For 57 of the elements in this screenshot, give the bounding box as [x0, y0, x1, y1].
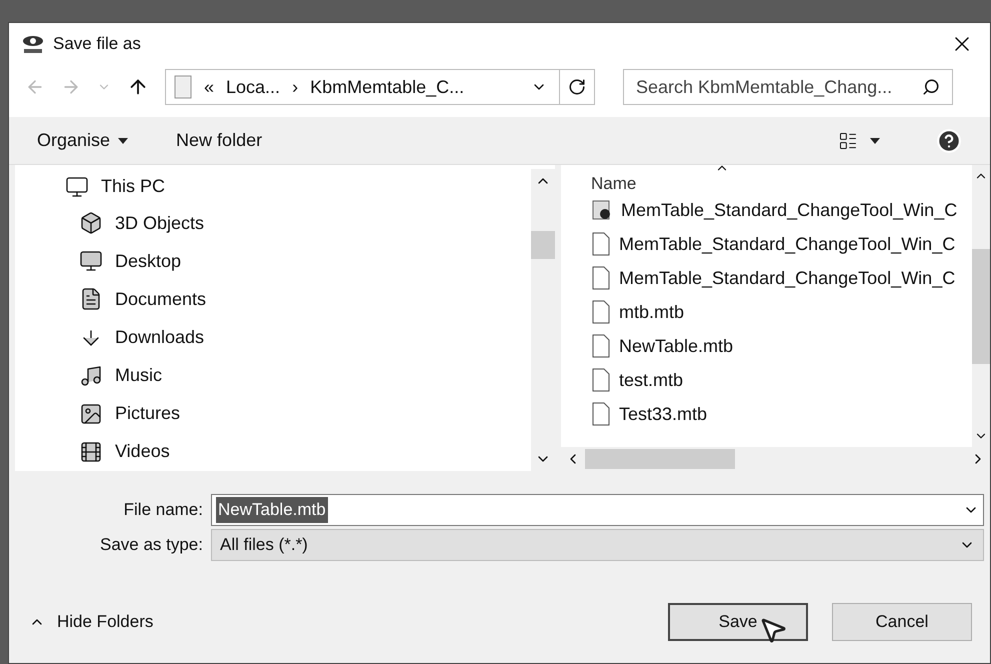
file-row[interactable]: mtb.mtb [591, 295, 972, 329]
file-icon [591, 368, 611, 392]
monitor-icon [79, 249, 103, 274]
tree-item[interactable]: 3D Objects [65, 204, 531, 242]
view-options-button[interactable] [838, 130, 880, 150]
tree-item[interactable]: Desktop [65, 242, 531, 280]
refresh-icon [568, 78, 586, 96]
organise-button[interactable]: Organise [37, 127, 128, 154]
window-title: Save file as [53, 33, 142, 56]
name-column-header[interactable]: Name [591, 171, 972, 193]
file-row[interactable]: test.mtb [591, 363, 972, 397]
address-crumb[interactable]: « [204, 74, 214, 100]
tree-item[interactable]: Music [65, 356, 531, 395]
file-row[interactable]: NewTable.mtb [591, 329, 972, 363]
tree-item[interactable]: Videos [65, 432, 531, 471]
scrollbar-thumb[interactable] [585, 449, 735, 469]
new-folder-button[interactable]: New folder [176, 127, 262, 154]
file-icon [591, 334, 611, 358]
save-type-dropdown[interactable]: All files (*.*) [211, 529, 984, 561]
file-icon [591, 300, 611, 324]
file-name-label: File name: [122, 499, 203, 522]
address-bar[interactable]: « Loca... › KbmMemtable_C... [165, 69, 595, 105]
search-field[interactable]: Search KbmMemtable_Chang... [623, 69, 953, 105]
tree-item[interactable]: This PC [65, 169, 531, 204]
help-icon[interactable] [936, 128, 962, 154]
dialog-button[interactable]: Cancel [832, 603, 972, 641]
image-file-icon [591, 199, 613, 221]
hide-folders-button[interactable]: Hide Folders [29, 609, 154, 635]
file-row[interactable]: Test33.mtb [591, 397, 972, 431]
file-icon [591, 266, 611, 290]
address-crumb[interactable]: Loca... [226, 74, 280, 100]
save-type-label: Save as type: [98, 534, 203, 556]
film-icon [79, 440, 103, 464]
music-note-icon [79, 364, 103, 388]
tree-item[interactable]: Documents [65, 280, 531, 319]
monitor-icon [65, 174, 89, 199]
scrollbar-thumb[interactable] [531, 231, 555, 259]
picture-icon [79, 402, 103, 426]
search-icon [922, 78, 940, 96]
file-row[interactable]: MemTable_Standard_ChangeTool_Win_C [591, 193, 972, 227]
address-crumb[interactable]: › [292, 74, 298, 100]
tree-item[interactable]: Pictures [65, 394, 531, 433]
address-crumb[interactable]: KbmMemtable_C... [310, 74, 464, 100]
file-row[interactable]: MemTable_Standard_ChangeTool_Win_C [591, 261, 972, 295]
folder-icon [174, 75, 192, 99]
vertical-scrollbar[interactable] [972, 165, 990, 447]
scrollbar-thumb[interactable] [972, 248, 990, 364]
file-row[interactable]: MemTable_Standard_ChangeTool_Win_C [591, 227, 972, 261]
cube-icon [79, 211, 103, 236]
details-view-icon [838, 130, 858, 150]
caret-icon [118, 138, 128, 144]
caret-icon [870, 138, 880, 144]
file-name-field[interactable]: NewTable.mtb [211, 494, 984, 526]
file-icon [591, 402, 611, 426]
dialog-button[interactable]: Save [668, 603, 808, 641]
tree-item[interactable]: Downloads [65, 318, 531, 357]
file-icon [591, 232, 611, 256]
